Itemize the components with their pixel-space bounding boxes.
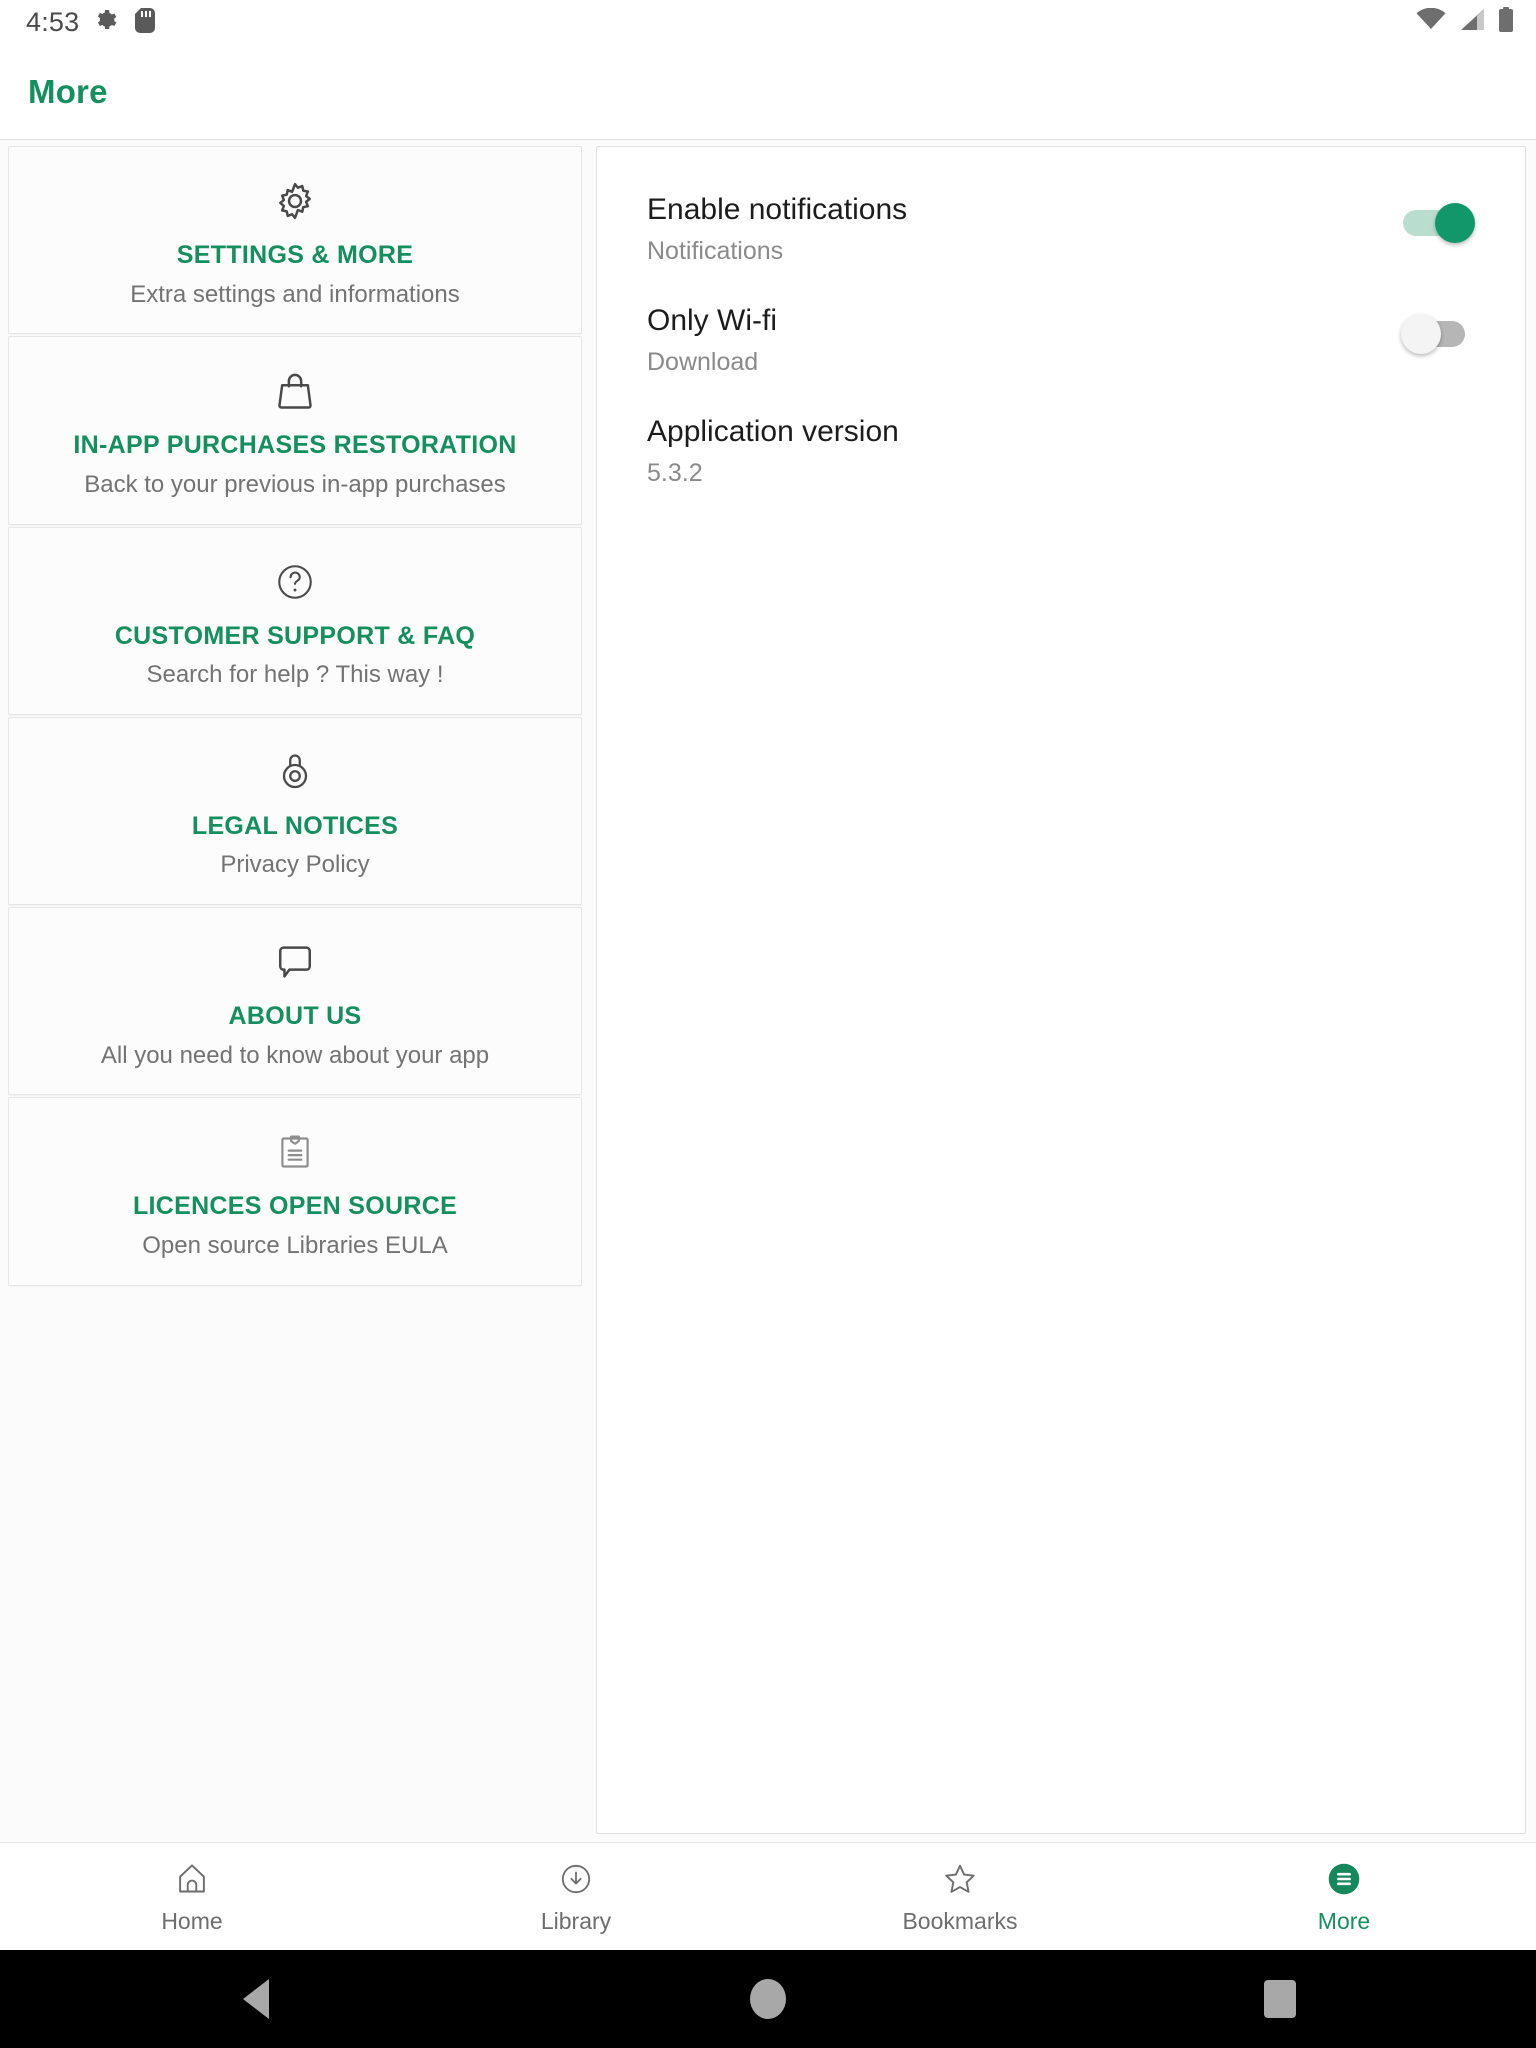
setting-subtitle: Notifications [647, 236, 784, 265]
menu-card-about-us[interactable]: ABOUT US All you need to know about your… [8, 907, 582, 1096]
question-circle-icon [27, 554, 563, 610]
menu-card-settings-and-more[interactable]: SETTINGS & MORE Extra settings and infor… [8, 146, 582, 335]
nav-item-home[interactable]: Home [0, 1859, 384, 1935]
gear-icon [95, 8, 119, 37]
setting-subtitle: Download [647, 347, 759, 376]
nav-item-library[interactable]: Library [384, 1859, 768, 1935]
only-wifi-toggle[interactable] [1401, 312, 1473, 356]
cellular-signal-icon [1458, 8, 1486, 37]
toggle-thumb [1401, 314, 1441, 354]
wifi-icon [1416, 7, 1446, 37]
setting-title: Only Wi-fi [647, 304, 777, 337]
setting-row-enable-notifications[interactable]: Enable notifications Notifications [647, 191, 1479, 287]
clipboard-icon [27, 1124, 563, 1180]
back-button[interactable] [0, 1979, 512, 2019]
menu-card-subtitle: All you need to know about your app [100, 1041, 490, 1069]
setting-texts: Only Wi-fi Download [647, 302, 1403, 377]
gear-icon [27, 173, 563, 229]
menu-card-subtitle: Search for help ? This way ! [146, 661, 444, 689]
setting-row-application-version: Application version 5.3.2 [647, 413, 1479, 509]
status-bar-right [1416, 7, 1514, 38]
settings-panel: Enable notifications Notifications Only … [596, 146, 1526, 1834]
menu-card-subtitle: Extra settings and informations [130, 280, 460, 308]
menu-card-subtitle: Back to your previous in-app purchases [84, 470, 506, 498]
battery-icon [1498, 7, 1514, 38]
home-circle-icon [750, 1979, 786, 2019]
toggle-thumb [1435, 203, 1475, 243]
menu-card-list: SETTINGS & MORE Extra settings and infor… [0, 140, 590, 1842]
menu-card-title: LICENCES OPEN SOURCE [132, 1192, 458, 1221]
nav-item-bookmarks[interactable]: Bookmarks [768, 1859, 1152, 1935]
setting-title: Enable notifications [647, 193, 908, 226]
setting-value: 5.3.2 [647, 458, 703, 487]
speech-bubble-icon [27, 934, 563, 990]
bottom-navigation: Home Library Bookmarks More [0, 1842, 1536, 1950]
android-navigation-bar [0, 1950, 1536, 2048]
menu-card-title: ABOUT US [228, 1002, 362, 1031]
hamburger-circle-icon [1326, 1859, 1362, 1899]
recents-button[interactable] [1024, 1980, 1536, 2018]
nav-item-label: More [1317, 1907, 1371, 1934]
sd-card-icon [135, 7, 156, 38]
menu-card-in-app-purchases-restoration[interactable]: IN-APP PURCHASES RESTORATION Back to you… [8, 336, 582, 525]
nav-item-label: Library [540, 1907, 612, 1934]
app-bar: More [0, 45, 1536, 140]
menu-card-subtitle: Open source Libraries EULA [142, 1231, 448, 1259]
content-area: SETTINGS & MORE Extra settings and infor… [0, 140, 1536, 1842]
home-icon [173, 1859, 211, 1899]
nav-item-label: Home [161, 1907, 223, 1934]
app-screen: 4:53 More SETTINGS & MORE Extra settings… [0, 0, 1536, 2048]
menu-card-licences-open-source[interactable]: LICENCES OPEN SOURCE Open source Librari… [8, 1097, 582, 1286]
handbag-icon [27, 363, 563, 419]
menu-card-title: LEGAL NOTICES [191, 811, 399, 840]
page-title: More [28, 73, 108, 110]
back-triangle-icon [243, 1979, 269, 2019]
nav-item-label: Bookmarks [902, 1907, 1018, 1934]
setting-texts: Application version 5.3.2 [647, 413, 1473, 488]
menu-card-title: CUSTOMER SUPPORT & FAQ [114, 621, 476, 650]
setting-row-only-wifi[interactable]: Only Wi-fi Download [647, 302, 1479, 398]
status-bar: 4:53 [0, 0, 1536, 45]
enable-notifications-toggle[interactable] [1403, 201, 1475, 245]
setting-title: Application version [647, 415, 899, 448]
setting-texts: Enable notifications Notifications [647, 191, 1403, 266]
menu-card-subtitle: Privacy Policy [220, 851, 370, 879]
recents-square-icon [1264, 1980, 1296, 2018]
menu-card-title: SETTINGS & MORE [176, 241, 414, 269]
status-bar-clock: 4:53 [26, 7, 80, 37]
download-circle-icon [558, 1859, 594, 1899]
home-button[interactable] [512, 1979, 1024, 2019]
menu-card-customer-support-and-faq[interactable]: CUSTOMER SUPPORT & FAQ Search for help ?… [8, 526, 582, 715]
menu-card-legal-notices[interactable]: LEGAL NOTICES Privacy Policy [8, 716, 582, 906]
status-bar-left: 4:53 [26, 7, 156, 38]
nav-item-more[interactable]: More [1152, 1859, 1536, 1935]
padlock-icon [27, 744, 563, 800]
menu-card-title: IN-APP PURCHASES RESTORATION [73, 431, 517, 460]
star-icon [941, 1859, 979, 1899]
